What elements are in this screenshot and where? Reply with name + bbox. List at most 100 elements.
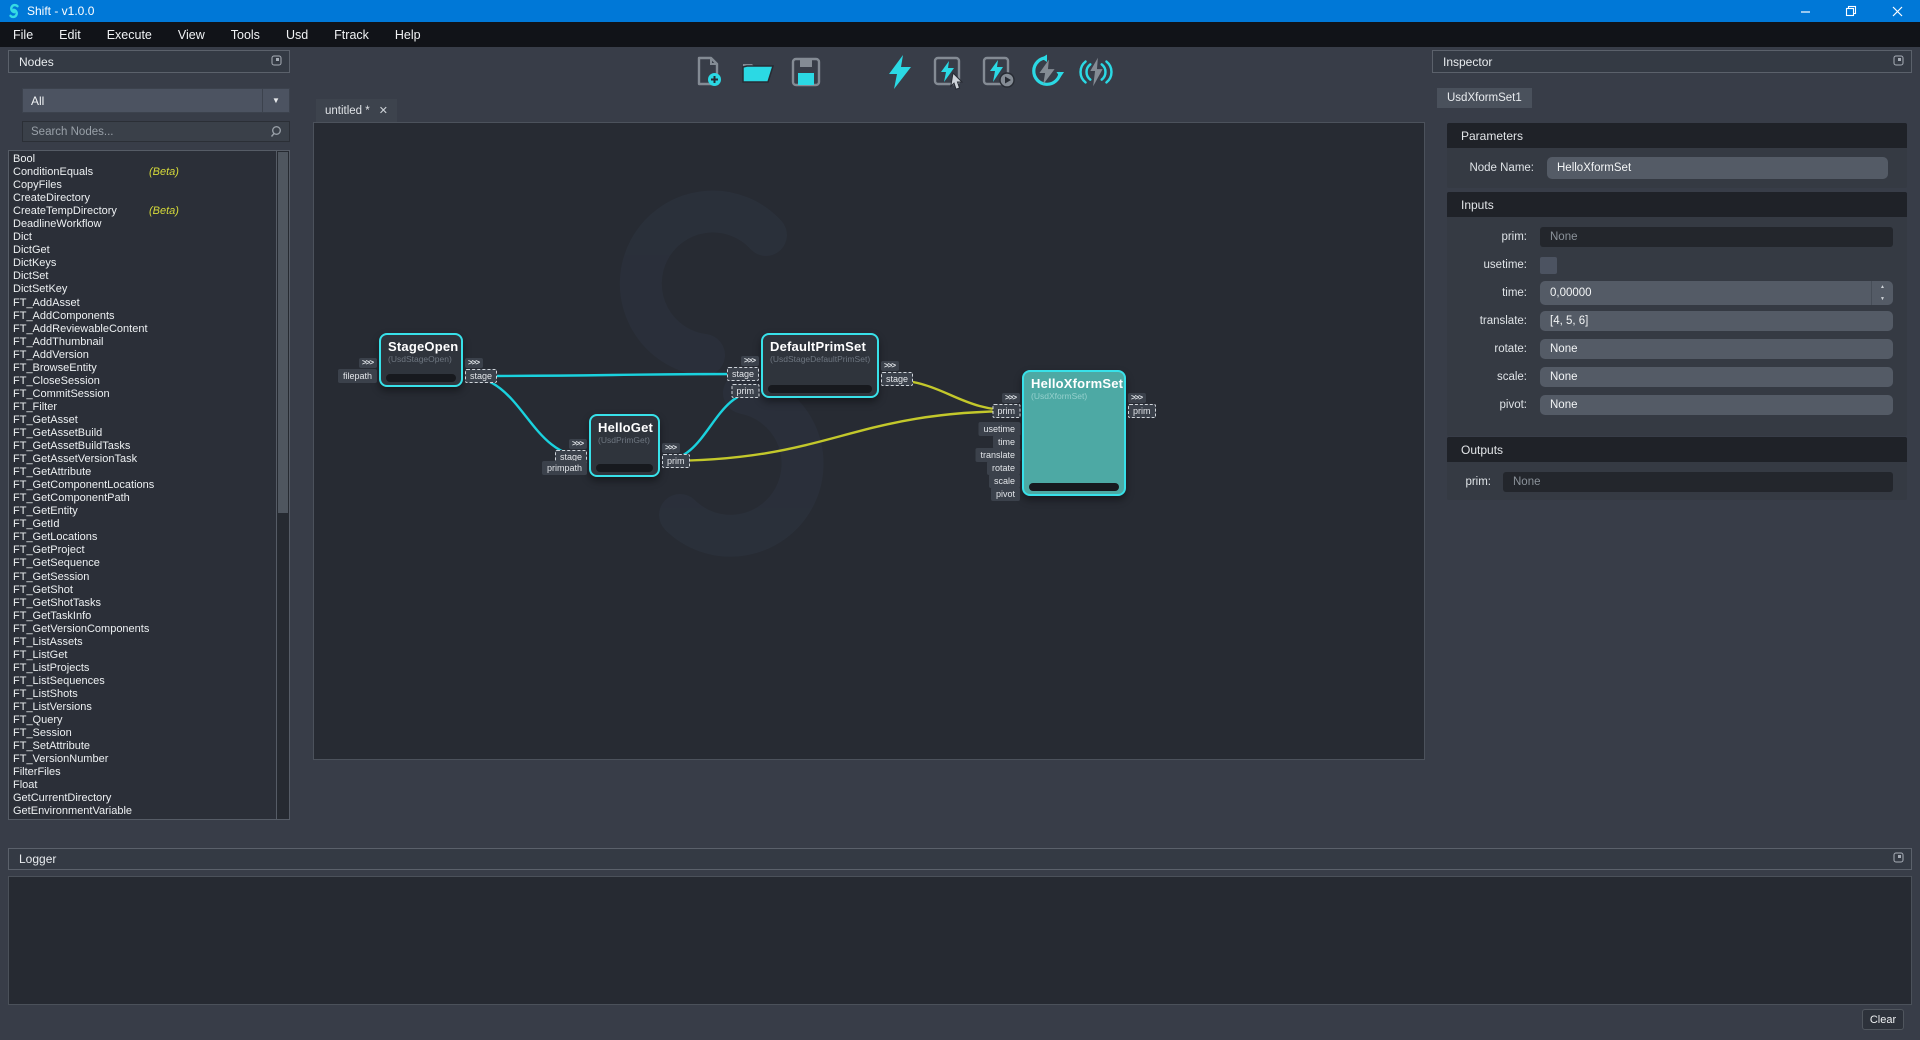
output-port-prim[interactable]: prim [662, 454, 690, 468]
input-port-prim[interactable]: prim [732, 384, 760, 398]
graph-node-StageOpen[interactable]: StageOpen(UsdStageOpen) [379, 333, 463, 387]
node-list-item[interactable]: FT_AddComponents [9, 310, 276, 323]
node-list-item[interactable]: CopyFiles [9, 179, 276, 192]
node-list-item[interactable]: FT_Session [9, 727, 276, 740]
node-list-item[interactable]: FT_GetSequence [9, 557, 276, 570]
output-arrows-badge[interactable]: >>> [465, 358, 483, 368]
node-list-item[interactable]: GetEnvironmentVariable [9, 805, 276, 817]
inspector-node-tab[interactable]: UsdXformSet1 [1437, 88, 1532, 108]
tab-close-icon[interactable]: ✕ [379, 104, 388, 117]
node-list-item[interactable]: FT_Filter [9, 401, 276, 414]
node-list-item[interactable]: FT_GetProject [9, 544, 276, 557]
open-file-icon[interactable] [739, 54, 775, 90]
input-port-primpath[interactable]: primpath [542, 461, 587, 475]
node-list-item[interactable]: FT_ListAssets [9, 636, 276, 649]
new-file-icon[interactable] [690, 54, 726, 90]
node-list-item[interactable]: FT_SetAttribute [9, 740, 276, 753]
pivot-field[interactable]: None [1540, 395, 1893, 415]
close-button[interactable] [1874, 0, 1920, 22]
execute-icon[interactable] [882, 54, 918, 90]
node-list-item[interactable]: DictSetKey [9, 283, 276, 296]
node-name-field[interactable]: HelloXformSet [1547, 157, 1888, 179]
node-list-item[interactable]: ConditionEquals(Beta) [9, 166, 276, 179]
node-list-item[interactable]: FT_GetAssetBuild [9, 427, 276, 440]
node-list-item[interactable]: FT_ListProjects [9, 662, 276, 675]
input-port-rotate[interactable]: rotate [987, 461, 1020, 475]
node-list-item[interactable]: FT_Query [9, 714, 276, 727]
menu-ftrack[interactable]: Ftrack [321, 22, 382, 47]
rotate-field[interactable]: None [1540, 339, 1893, 359]
input-port-usetime[interactable]: usetime [978, 422, 1020, 436]
node-list-item[interactable]: FT_GetLocations [9, 531, 276, 544]
prim-field[interactable]: None [1540, 227, 1893, 247]
input-port-filepath[interactable]: filepath [338, 369, 377, 383]
node-list-item[interactable]: FT_GetShot [9, 584, 276, 597]
tab-untitled[interactable]: untitled * ✕ [316, 99, 397, 122]
spinner-buttons[interactable]: ▲▼ [1871, 281, 1893, 305]
node-list-item[interactable]: FT_VersionNumber [9, 753, 276, 766]
live-execute-icon[interactable] [1078, 54, 1114, 90]
node-list-item[interactable]: FT_GetAttribute [9, 466, 276, 479]
spinner-down-icon[interactable]: ▼ [1872, 293, 1893, 305]
node-list-item[interactable]: FT_ListGet [9, 649, 276, 662]
node-list-item[interactable]: FT_ListSequences [9, 675, 276, 688]
usetime-checkbox[interactable] [1540, 257, 1557, 274]
input-port-time[interactable]: time [993, 435, 1020, 449]
output-arrows-badge[interactable]: >>> [1128, 393, 1146, 403]
node-list-item[interactable]: FT_AddVersion [9, 349, 276, 362]
popout-icon[interactable] [1893, 53, 1904, 71]
menu-tools[interactable]: Tools [218, 22, 273, 47]
execute-up-to-node-icon[interactable] [980, 54, 1016, 90]
node-list-item[interactable]: FT_CloseSession [9, 375, 276, 388]
node-list-item[interactable]: FT_GetShotTasks [9, 597, 276, 610]
refresh-execute-icon[interactable] [1029, 54, 1065, 90]
node-list-item[interactable]: DictKeys [9, 257, 276, 270]
node-list-item[interactable]: FT_AddAsset [9, 297, 276, 310]
node-list-item[interactable]: CreateTempDirectory(Beta) [9, 205, 276, 218]
input-port-stage[interactable]: stage [727, 367, 759, 381]
menu-execute[interactable]: Execute [94, 22, 165, 47]
node-list-item[interactable]: FT_GetAsset [9, 414, 276, 427]
node-list-item[interactable]: FT_ListVersions [9, 701, 276, 714]
chevron-down-icon[interactable]: ▼ [262, 89, 289, 112]
node-list-item[interactable]: GetCurrentDirectory [9, 792, 276, 805]
node-list-item[interactable]: DictGet [9, 244, 276, 257]
restore-button[interactable] [1828, 0, 1874, 22]
output-arrows-badge[interactable]: >>> [662, 443, 680, 453]
node-list-item[interactable]: FT_GetSession [9, 571, 276, 584]
menu-edit[interactable]: Edit [46, 22, 94, 47]
node-list-item[interactable]: FT_GetComponentPath [9, 492, 276, 505]
node-list-item[interactable]: FT_GetEntity [9, 505, 276, 518]
node-list-item[interactable]: FT_GetTaskInfo [9, 610, 276, 623]
node-list-item[interactable]: FT_CommitSession [9, 388, 276, 401]
output-arrows-badge[interactable]: >>> [881, 361, 899, 371]
node-list-item[interactable]: CreateDirectory [9, 192, 276, 205]
graph-node-HelloGet[interactable]: HelloGet(UsdPrimGet) [589, 414, 660, 477]
node-list-item[interactable]: FT_AddReviewableContent [9, 323, 276, 336]
input-port-pivot[interactable]: pivot [991, 487, 1020, 501]
node-list-item[interactable]: FT_GetVersionComponents [9, 623, 276, 636]
scale-field[interactable]: None [1540, 367, 1893, 387]
execute-selected-icon[interactable] [931, 54, 967, 90]
node-list-item[interactable]: FT_GetAssetBuildTasks [9, 440, 276, 453]
node-list-item[interactable]: FT_GetComponentLocations [9, 479, 276, 492]
node-list-item[interactable]: FT_GetId [9, 518, 276, 531]
save-file-icon[interactable] [788, 54, 824, 90]
node-list-item[interactable]: DeadlineWorkflow [9, 218, 276, 231]
prim-field[interactable]: None [1503, 472, 1893, 492]
node-list-item[interactable]: FT_GetAssetVersionTask [9, 453, 276, 466]
input-arrows-badge[interactable]: >>> [569, 439, 587, 449]
time-field[interactable]: 0,00000▲▼ [1540, 281, 1893, 305]
scrollbar-thumb[interactable] [278, 152, 288, 513]
node-list-item[interactable]: FT_ListShots [9, 688, 276, 701]
menu-view[interactable]: View [165, 22, 218, 47]
node-graph-canvas[interactable]: StageOpen(UsdStageOpen)>>>filepath>>>sta… [313, 122, 1425, 760]
graph-node-DefaultPrimSet[interactable]: DefaultPrimSet(UsdStageDefaultPrimSet) [761, 333, 879, 398]
node-list-item[interactable]: Float [9, 779, 276, 792]
node-list-item[interactable]: Dict [9, 231, 276, 244]
search-input[interactable]: Search Nodes... [22, 121, 290, 142]
graph-node-HelloXformSet[interactable]: HelloXformSet(UsdXformSet) [1022, 370, 1126, 496]
node-list-item[interactable]: FilterFiles [9, 766, 276, 779]
input-arrows-badge[interactable]: >>> [1002, 393, 1020, 403]
input-arrows-badge[interactable]: >>> [741, 356, 759, 366]
